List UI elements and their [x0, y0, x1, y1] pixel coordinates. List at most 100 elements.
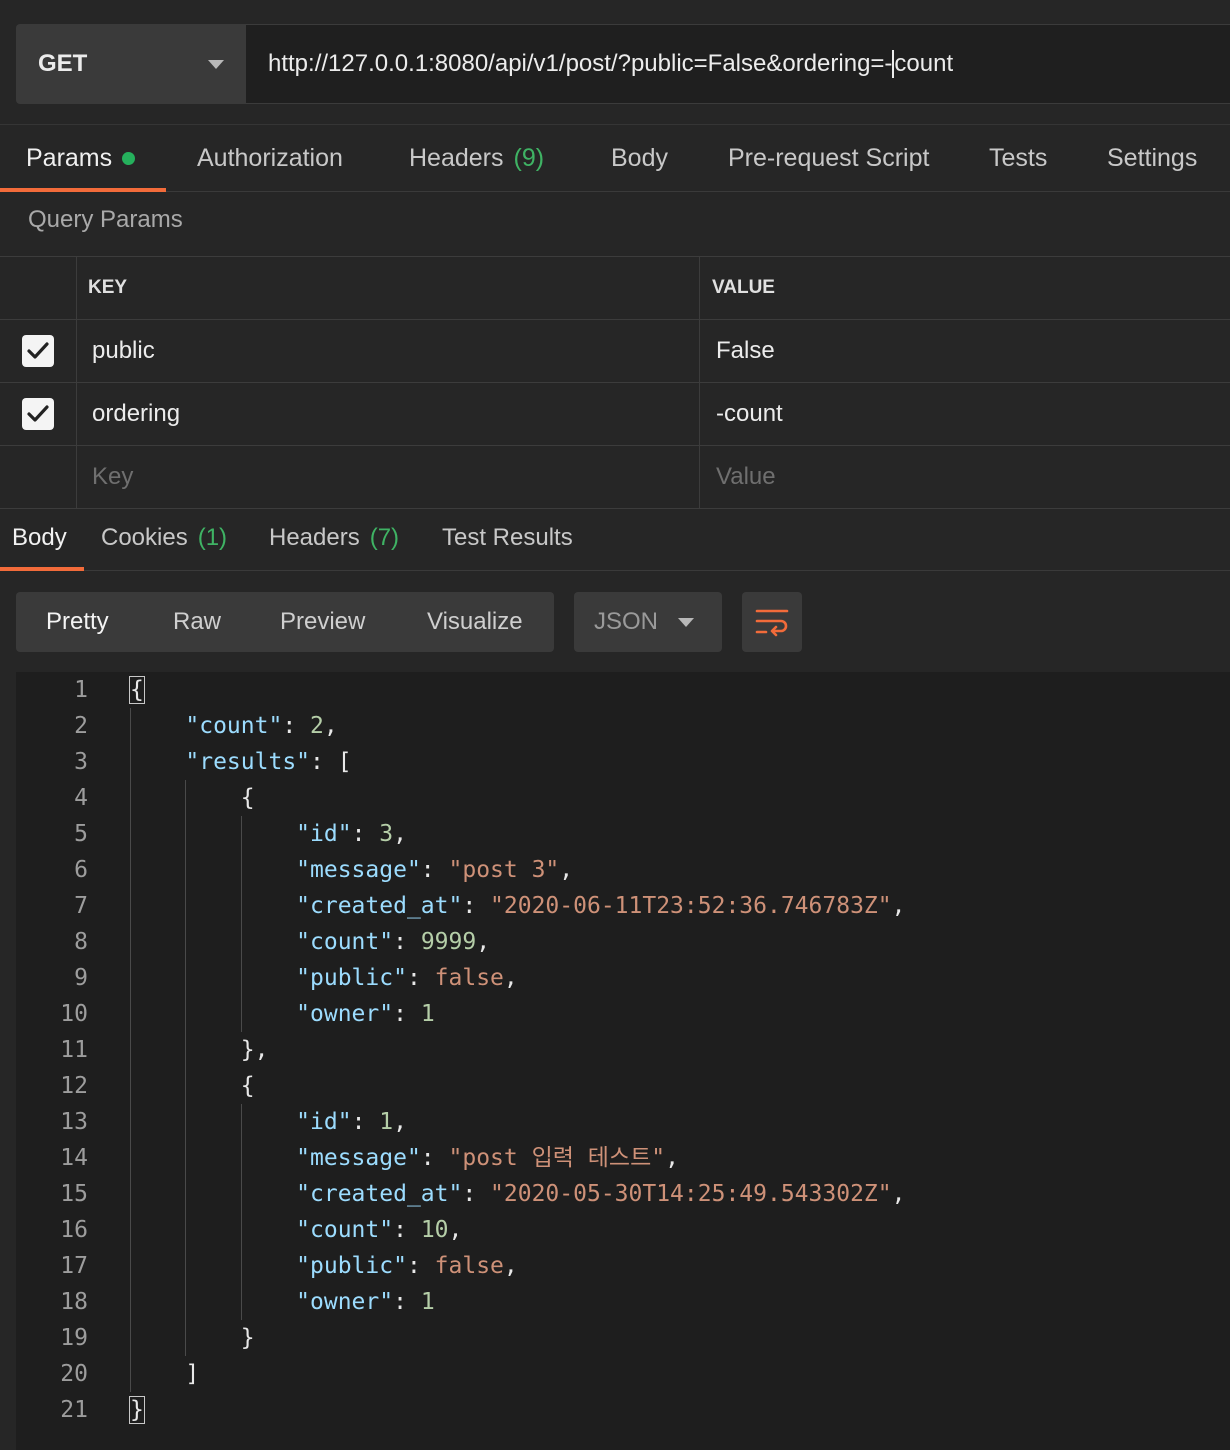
request-tabs: Params Authorization Headers (9) Body Pr…	[0, 124, 1230, 192]
param-key-cell[interactable]: ordering	[77, 383, 700, 445]
new-param-row: Key Value	[0, 445, 1230, 509]
wrap-lines-button[interactable]	[742, 592, 802, 652]
tab-params[interactable]: Params	[26, 125, 136, 191]
line-number: 5	[74, 821, 88, 847]
code-line: 16 "count": 10,	[16, 1212, 1230, 1248]
code-text: {	[130, 780, 255, 816]
view-raw-button[interactable]: Raw	[173, 592, 221, 652]
code-token: :	[462, 1181, 491, 1207]
line-number: 9	[74, 965, 88, 991]
tab-response-headers[interactable]: Headers (7)	[269, 506, 399, 570]
code-text: {	[129, 672, 145, 708]
tab-cookies[interactable]: Cookies (1)	[101, 506, 227, 570]
code-token: :	[462, 893, 491, 919]
line-number: 15	[60, 1181, 88, 1207]
tab-body-label: Body	[611, 143, 668, 172]
row-checkbox[interactable]	[22, 398, 54, 430]
chevron-down-icon	[208, 59, 224, 69]
line-number: 13	[60, 1109, 88, 1135]
line-number: 11	[60, 1037, 88, 1063]
line-number: 3	[74, 749, 88, 775]
param-value-cell[interactable]: -count	[701, 383, 1230, 445]
new-key-input[interactable]: Key	[77, 446, 700, 508]
tab-settings[interactable]: Settings	[1107, 125, 1197, 191]
tab-authorization[interactable]: Authorization	[197, 125, 343, 191]
headers-count-badge: (9)	[513, 143, 545, 172]
row-checkbox[interactable]	[22, 335, 54, 367]
tab-pre-request-script[interactable]: Pre-request Script	[728, 125, 929, 191]
request-bar: GET http://127.0.0.1:8080/api/v1/post/?p…	[16, 24, 1230, 104]
method-select[interactable]: GET	[16, 24, 246, 104]
code-text: "owner": 1	[130, 996, 435, 1032]
line-number: 17	[60, 1253, 88, 1279]
table-row: ordering -count	[0, 382, 1230, 445]
cookies-count-badge: (1)	[197, 524, 228, 551]
code-token: {	[130, 785, 255, 811]
code-token: "created_at"	[296, 893, 463, 919]
code-token: 2	[310, 713, 324, 739]
code-line: 3 "results": [	[16, 744, 1230, 780]
code-text: "created_at": "2020-06-11T23:52:36.74678…	[130, 888, 905, 924]
tab-authorization-label: Authorization	[197, 143, 343, 172]
active-tab-underline	[0, 188, 166, 192]
code-line: 21}	[16, 1392, 1230, 1428]
tab-response-headers-label: Headers	[269, 524, 360, 551]
code-token: ,	[503, 1253, 518, 1279]
view-mode-group: Pretty Raw Preview Visualize	[16, 592, 554, 652]
code-line: 5 "id": 3,	[16, 816, 1230, 852]
tab-response-body[interactable]: Body	[12, 506, 67, 570]
tab-tests[interactable]: Tests	[989, 125, 1047, 191]
response-body-code[interactable]: 1{2 "count": 2, 3 "results": [4 {5 "id": …	[16, 672, 1230, 1450]
format-label: JSON	[594, 608, 659, 635]
code-line: 7 "created_at": "2020-06-11T23:52:36.746…	[16, 888, 1230, 924]
tab-headers[interactable]: Headers (9)	[409, 125, 544, 191]
view-visualize-button[interactable]: Visualize	[427, 592, 523, 652]
tab-pre-request-script-label: Pre-request Script	[728, 143, 930, 172]
param-key-cell[interactable]: public	[77, 320, 700, 382]
code-token: ,	[891, 1181, 906, 1207]
code-token: "count"	[185, 713, 283, 739]
code-line: 1{	[16, 672, 1230, 708]
code-text: "owner": 1	[130, 1284, 435, 1320]
code-token: "public"	[296, 965, 407, 991]
view-preview-button[interactable]: Preview	[280, 592, 365, 652]
code-line: 17 "public": false,	[16, 1248, 1230, 1284]
url-text-after-cursor: count	[894, 50, 954, 77]
new-value-input[interactable]: Value	[701, 446, 1230, 508]
value-column-header: VALUE	[712, 277, 775, 298]
code-token: 3	[379, 821, 394, 847]
code-token: "results"	[185, 749, 311, 775]
line-number: 16	[60, 1217, 88, 1243]
tab-body[interactable]: Body	[611, 125, 668, 191]
url-input[interactable]: http://127.0.0.1:8080/api/v1/post/?publi…	[246, 24, 1230, 104]
line-number: 14	[60, 1145, 88, 1171]
code-token: "count"	[296, 929, 394, 955]
code-token: :	[393, 929, 421, 955]
active-response-tab-underline	[0, 567, 84, 571]
code-token: }	[130, 1325, 255, 1351]
url-text-before-cursor: http://127.0.0.1:8080/api/v1/post/?publi…	[268, 50, 893, 77]
line-number: 1	[74, 677, 88, 703]
tab-response-body-label: Body	[12, 524, 67, 551]
code-text: },	[130, 1032, 269, 1068]
format-select[interactable]: JSON	[574, 592, 722, 652]
code-token: ,	[393, 821, 407, 847]
tab-test-results[interactable]: Test Results	[442, 506, 573, 570]
line-number: 19	[60, 1325, 88, 1351]
code-text: {	[130, 1068, 255, 1104]
view-pretty-button[interactable]: Pretty	[46, 592, 109, 652]
query-params-title: Query Params	[28, 206, 183, 233]
param-value-cell[interactable]: False	[701, 320, 1230, 382]
code-line: 4 {	[16, 780, 1230, 816]
code-line: 8 "count": 9999,	[16, 924, 1230, 960]
checkbox-column-header	[0, 257, 77, 319]
params-active-dot	[122, 151, 136, 165]
code-token: "owner"	[296, 1001, 394, 1027]
code-token: :	[406, 1253, 435, 1279]
table-row: public False	[0, 319, 1230, 382]
code-line: 10 "owner": 1	[16, 996, 1230, 1032]
